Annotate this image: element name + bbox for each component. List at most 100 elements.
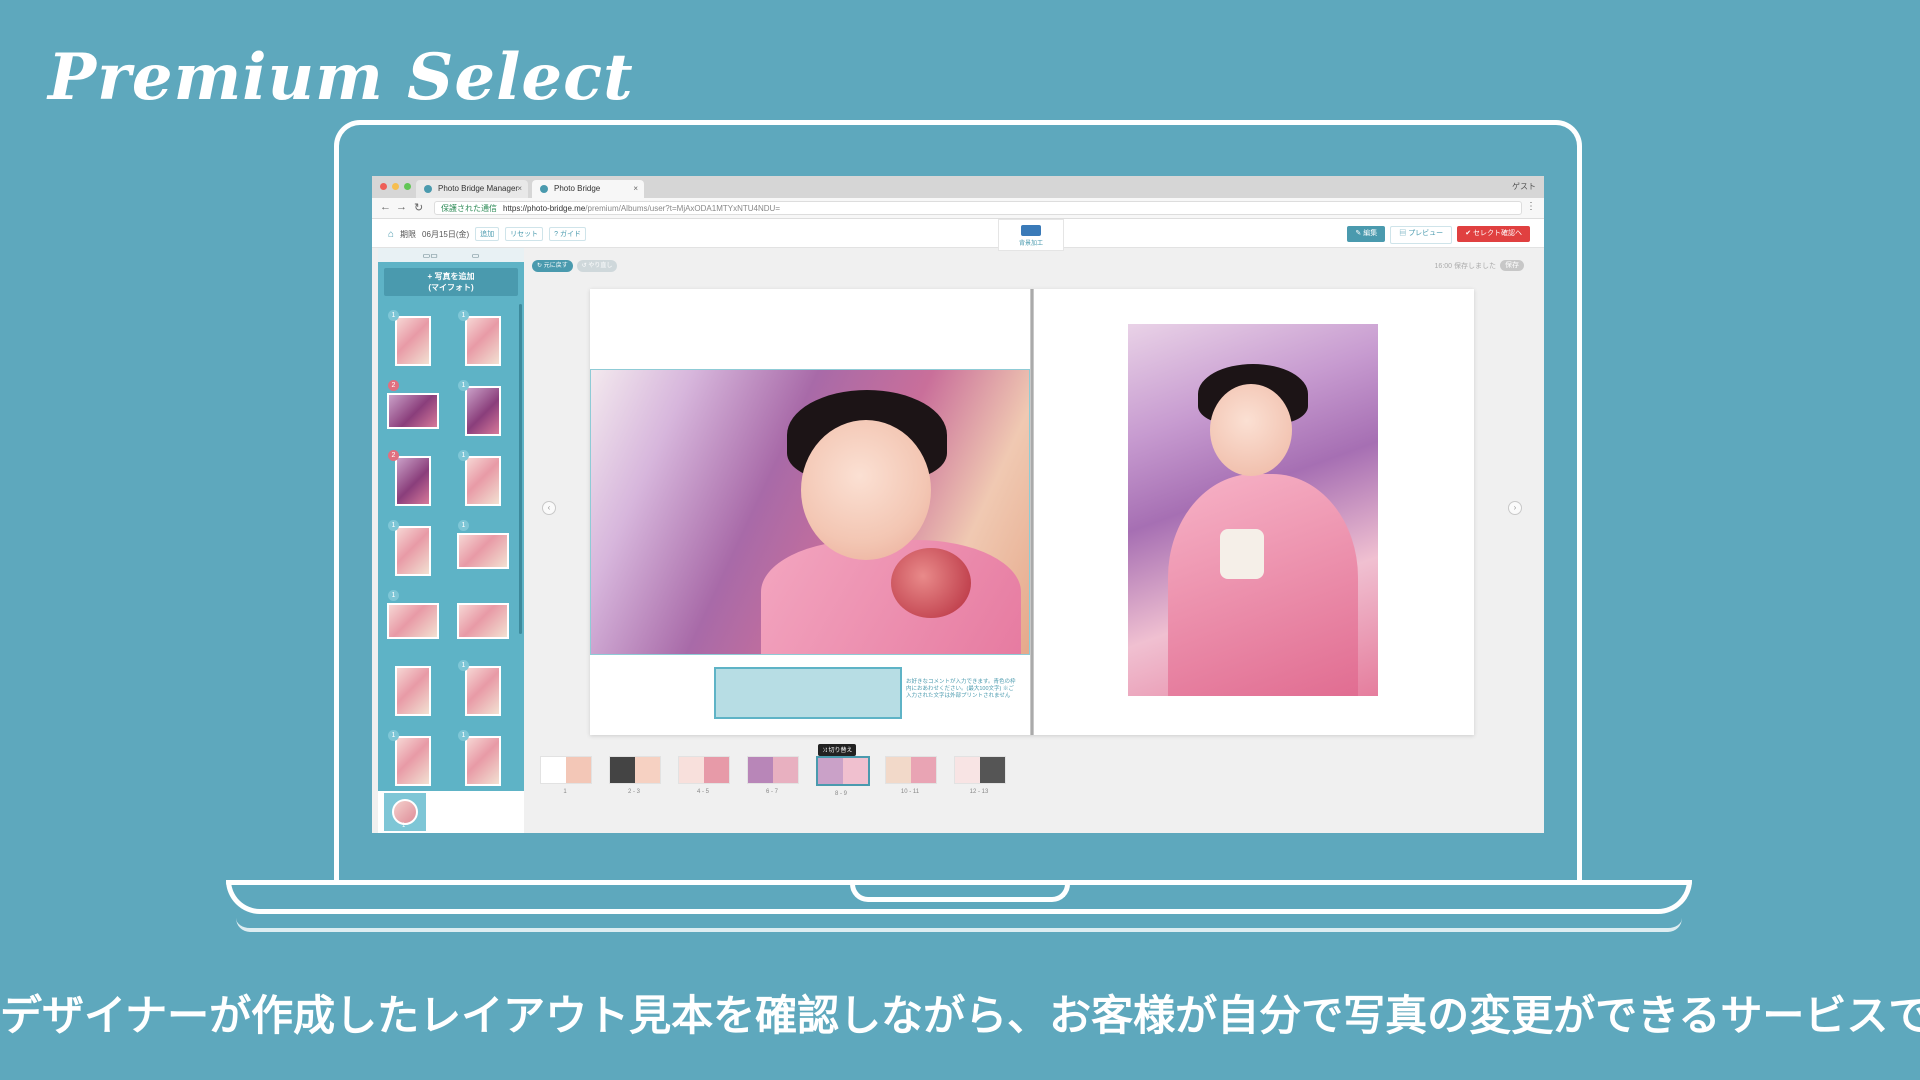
url-field[interactable]: 保護された通信 https://photo-bridge.me/premium/A…: [434, 201, 1522, 215]
minimize-window-dot[interactable]: [392, 183, 399, 190]
page-thumb[interactable]: 1: [540, 756, 592, 797]
photo-thumbnail[interactable]: 1: [448, 726, 518, 796]
usage-count-badge: 2: [388, 380, 399, 391]
thumbnail-image: [465, 456, 501, 506]
thumbnail-image: [395, 666, 431, 716]
left-page-photo[interactable]: [590, 369, 1030, 655]
close-tab-icon[interactable]: ×: [517, 180, 522, 198]
reset-chip[interactable]: リセット: [505, 227, 544, 241]
page-thumb[interactable]: 2 - 3: [609, 756, 661, 797]
page-thumb[interactable]: 4 - 5: [678, 756, 730, 797]
reload-icon[interactable]: ↻: [414, 201, 423, 214]
photo-detail: [801, 420, 931, 560]
page-thumb[interactable]: ⤨ 切り替え 8 - 9: [816, 744, 870, 797]
swap-tooltip[interactable]: ⤨ 切り替え: [818, 744, 857, 756]
single-view-icon[interactable]: ▭: [472, 251, 480, 260]
grid-view-icon[interactable]: ▭▭: [423, 251, 438, 260]
redo-button[interactable]: ↺ やり直し: [576, 260, 618, 272]
close-tab-icon[interactable]: ×: [633, 180, 638, 198]
thumbnail-image: [465, 736, 501, 786]
preview-button[interactable]: ▤ プレビュー: [1390, 226, 1453, 244]
caption: デザイナーが作成したレイアウト見本を確認しながら、お客様が自分で写真の変更ができ…: [0, 991, 1920, 1040]
add-chip[interactable]: 追加: [475, 227, 500, 241]
background-edit-tool[interactable]: 背景加工: [998, 219, 1064, 251]
page-label: 8 - 9: [834, 791, 847, 797]
laptop-screen: Photo Bridge Manager × Photo Bridge × ゲス…: [372, 176, 1544, 833]
edit-label: 編集: [1363, 230, 1378, 237]
thumbnail-image: [395, 316, 431, 366]
favicon-icon: [424, 185, 432, 193]
thumbnail-grid: 1 1 2 1 2 1 1 1 1 1 1 1: [378, 306, 518, 796]
page-thumb[interactable]: 6 - 7: [747, 756, 799, 797]
page-thumb[interactable]: 10 - 11: [885, 756, 937, 797]
thumbnail-image: [387, 603, 439, 639]
thumbnail-image: [395, 526, 431, 576]
photo-thumbnail[interactable]: 1: [448, 656, 518, 726]
photo-thumbnail[interactable]: 1: [448, 516, 518, 586]
chevron-left-icon[interactable]: ‹: [542, 501, 556, 515]
comment-hint: お好きなコメントが入力できます。青色の枠内におあわせください。(最大100文字)…: [906, 679, 1016, 699]
laptop-shadow: [236, 918, 1682, 932]
page-preview-half: [610, 757, 635, 783]
app-toolbar: ⌂ 期限 06月15日(金) 追加 リセット ? ガイド 背景加工 ✎ 編集 ▤…: [372, 219, 1544, 251]
edit-button[interactable]: ✎ 編集: [1347, 226, 1386, 242]
page-preview: [816, 756, 870, 786]
back-icon[interactable]: ←: [380, 201, 391, 213]
close-window-dot[interactable]: [380, 183, 387, 190]
forward-icon[interactable]: →: [396, 201, 407, 213]
save-button[interactable]: 保存: [1500, 260, 1524, 271]
page-label: 1: [563, 789, 567, 795]
right-page-photo[interactable]: [1128, 324, 1378, 696]
url-path: /premium/Albums/user?t=MjAxODA1MTYxNTU4N…: [585, 204, 780, 213]
page-label: 2 - 3: [627, 789, 640, 795]
sidebar-scrollbar[interactable]: [519, 304, 522, 634]
browser-tab-manager[interactable]: Photo Bridge Manager ×: [416, 180, 528, 198]
add-photo-button[interactable]: + 写真を追加 (マイフォト): [384, 268, 518, 296]
photo-thumbnail[interactable]: 1: [378, 586, 448, 656]
photo-thumbnail[interactable]: [448, 586, 518, 656]
chevron-right-icon[interactable]: ›: [1508, 501, 1522, 515]
photo-thumbnail[interactable]: 1: [378, 516, 448, 586]
url-host: https://photo-bridge.me: [503, 204, 586, 213]
page-preview: [609, 756, 661, 784]
tab-label: Photo Bridge: [554, 184, 601, 193]
page-preview: [954, 756, 1006, 784]
photo-detail: [761, 540, 1021, 654]
photo-thumbnail[interactable]: 2: [378, 446, 448, 516]
usage-count-badge: 1: [388, 730, 399, 741]
security-label: 保護された通信: [441, 204, 497, 213]
photo-thumbnail[interactable]: 1: [378, 726, 448, 796]
laptop-notch: [850, 880, 1070, 902]
photo-thumbnail[interactable]: 1: [448, 376, 518, 446]
page-thumb-photo: [392, 799, 418, 825]
undo-button[interactable]: ↻ 元に戻す: [532, 260, 573, 272]
select-confirm-button[interactable]: ✔ セレクト確認へ: [1457, 226, 1530, 242]
profile-label[interactable]: ゲスト: [1512, 181, 1536, 192]
brand-title: Premium Select: [48, 40, 634, 115]
comment-textbox[interactable]: [714, 667, 902, 719]
photo-thumbnail[interactable]: [378, 656, 448, 726]
page-preview-half: [980, 757, 1005, 783]
page-preview: [540, 756, 592, 784]
photo-thumbnail[interactable]: 2: [378, 376, 448, 446]
view-toggle: ▭▭ ▭: [378, 248, 524, 262]
guide-chip[interactable]: ? ガイド: [549, 227, 587, 241]
photo-thumbnail[interactable]: 1: [448, 306, 518, 376]
browser-tab-photobridge[interactable]: Photo Bridge ×: [532, 180, 644, 198]
page-preview-half: [843, 758, 868, 784]
page-preview-half: [911, 757, 936, 783]
thumbnail-image: [457, 603, 509, 639]
page-label: 6 - 7: [765, 789, 778, 795]
usage-count-badge: 1: [388, 310, 399, 321]
photo-thumbnail[interactable]: 1: [448, 446, 518, 516]
maximize-window-dot[interactable]: [404, 183, 411, 190]
home-icon[interactable]: ⌂: [388, 229, 394, 240]
page-thumb[interactable]: 12 - 13: [954, 756, 1006, 797]
sidebar-page-strip: 1: [378, 791, 524, 833]
usage-count-badge: 1: [458, 520, 469, 531]
page-preview-half: [679, 757, 704, 783]
page-preview: [747, 756, 799, 784]
browser-menu-icon[interactable]: ⋮: [1526, 201, 1536, 212]
photo-thumbnail[interactable]: 1: [378, 306, 448, 376]
spread-fold: [1030, 289, 1034, 735]
